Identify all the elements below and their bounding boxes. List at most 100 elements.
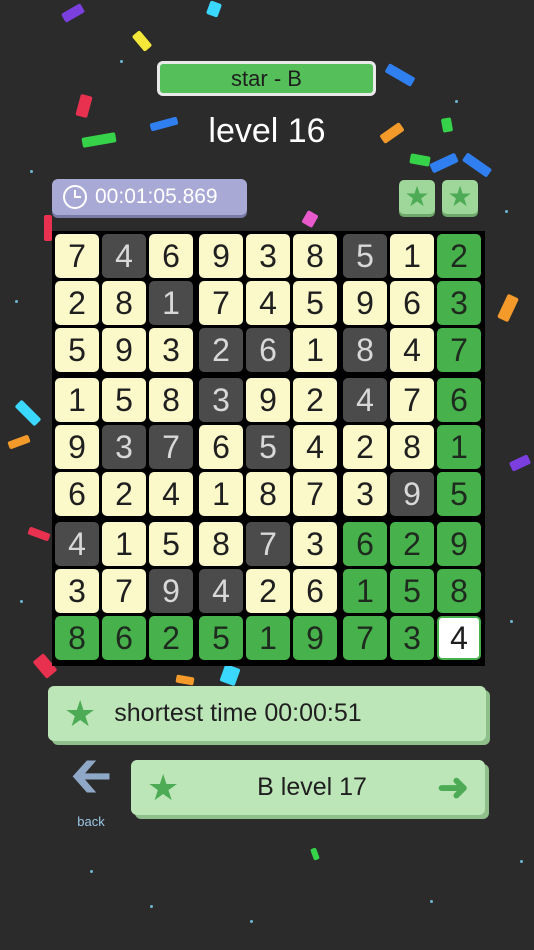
board-cell[interactable]: 5 <box>343 234 387 278</box>
board-cell[interactable]: 3 <box>390 616 434 660</box>
board-cell[interactable]: 6 <box>343 522 387 566</box>
board-cell[interactable]: 7 <box>437 328 481 372</box>
board-cell[interactable]: 7 <box>293 472 337 516</box>
board-cell[interactable]: 8 <box>246 472 290 516</box>
board-cell[interactable]: 4 <box>246 281 290 325</box>
board-cell[interactable]: 2 <box>293 378 337 422</box>
board-cell[interactable]: 5 <box>102 378 146 422</box>
board-cell[interactable]: 4 <box>390 328 434 372</box>
board-cell[interactable]: 3 <box>343 472 387 516</box>
board-cell[interactable]: 9 <box>102 328 146 372</box>
board-cell[interactable]: 8 <box>343 328 387 372</box>
next-level-label: B level 17 <box>257 773 367 801</box>
board-cell[interactable]: 8 <box>199 522 243 566</box>
shortest-time-panel: ★ shortest time 00:00:51 <box>48 686 486 741</box>
board-cell[interactable]: 6 <box>246 328 290 372</box>
board-cell[interactable]: 4 <box>293 425 337 469</box>
board-cell[interactable]: 4 <box>149 472 193 516</box>
board-cell[interactable]: 2 <box>55 281 99 325</box>
board-cell[interactable]: 2 <box>149 616 193 660</box>
rating-star-1-icon: ★ <box>399 180 435 214</box>
board-cell[interactable]: 8 <box>102 281 146 325</box>
star-icon: ★ <box>64 692 97 734</box>
board-cell[interactable]: 1 <box>343 569 387 613</box>
board-cell[interactable]: 4 <box>437 616 481 660</box>
board-cell[interactable]: 7 <box>55 234 99 278</box>
board-cell[interactable]: 1 <box>55 378 99 422</box>
shortest-time-label: shortest time 00:00:51 <box>114 699 362 727</box>
board-cell[interactable]: 2 <box>199 328 243 372</box>
rating-star-2-icon: ★ <box>442 180 478 214</box>
board-cell[interactable]: 3 <box>246 234 290 278</box>
board-cell[interactable]: 3 <box>199 378 243 422</box>
board-cell[interactable]: 9 <box>55 425 99 469</box>
board-cell[interactable]: 3 <box>55 569 99 613</box>
board-cell[interactable]: 6 <box>437 378 481 422</box>
board-cell[interactable]: 1 <box>293 328 337 372</box>
board-cell[interactable]: 5 <box>390 569 434 613</box>
board-cell[interactable]: 6 <box>390 281 434 325</box>
board-cell[interactable]: 6 <box>55 472 99 516</box>
board-cell[interactable]: 8 <box>293 234 337 278</box>
level-title: level 16 <box>208 112 326 150</box>
board-cell[interactable]: 2 <box>102 472 146 516</box>
mode-label-text: star - B <box>231 65 302 91</box>
board-cell[interactable]: 8 <box>390 425 434 469</box>
board-cell[interactable]: 1 <box>437 425 481 469</box>
board-cell[interactable]: 7 <box>199 281 243 325</box>
board-cell[interactable]: 7 <box>149 425 193 469</box>
board-cell[interactable]: 5 <box>246 425 290 469</box>
sudoku-board: 7469385122817459635932618471583924769376… <box>52 231 485 666</box>
arrow-right-icon: ➜ <box>437 766 469 809</box>
star-icon: ★ <box>147 766 180 808</box>
board-cell[interactable]: 9 <box>390 472 434 516</box>
board-cell[interactable]: 3 <box>437 281 481 325</box>
board-cell[interactable]: 3 <box>102 425 146 469</box>
board-cell[interactable]: 7 <box>343 616 387 660</box>
board-cell[interactable]: 1 <box>390 234 434 278</box>
board-cell[interactable]: 7 <box>246 522 290 566</box>
board-cell[interactable]: 1 <box>102 522 146 566</box>
board-cell[interactable]: 9 <box>149 569 193 613</box>
board-cell[interactable]: 1 <box>199 472 243 516</box>
board-cell[interactable]: 5 <box>293 281 337 325</box>
board-cell[interactable]: 6 <box>293 569 337 613</box>
board-cell[interactable]: 6 <box>199 425 243 469</box>
next-level-button[interactable]: ★ B level 17 ➜ <box>131 760 485 815</box>
board-cell[interactable]: 4 <box>55 522 99 566</box>
board-cell[interactable]: 7 <box>390 378 434 422</box>
board-cell[interactable]: 1 <box>246 616 290 660</box>
board-cell[interactable]: 4 <box>199 569 243 613</box>
back-button[interactable]: 🡰 back <box>66 747 116 829</box>
board-cell[interactable]: 5 <box>199 616 243 660</box>
board-cell[interactable]: 9 <box>199 234 243 278</box>
board-cell[interactable]: 1 <box>149 281 193 325</box>
board-cell[interactable]: 5 <box>149 522 193 566</box>
board-cell[interactable]: 4 <box>343 378 387 422</box>
board-cell[interactable]: 9 <box>437 522 481 566</box>
board-cell[interactable]: 6 <box>102 616 146 660</box>
timer-value: 00:01:05.869 <box>95 185 218 208</box>
board-cell[interactable]: 2 <box>246 569 290 613</box>
board-cell[interactable]: 3 <box>149 328 193 372</box>
board-cell[interactable]: 8 <box>55 616 99 660</box>
board-cell[interactable]: 4 <box>102 234 146 278</box>
arrow-left-icon: 🡰 <box>69 747 113 805</box>
board-cell[interactable]: 2 <box>343 425 387 469</box>
board-cell[interactable]: 6 <box>149 234 193 278</box>
board-cell[interactable]: 8 <box>437 569 481 613</box>
board-cell[interactable]: 9 <box>293 616 337 660</box>
board-cell[interactable]: 5 <box>55 328 99 372</box>
board-cell[interactable]: 2 <box>390 522 434 566</box>
elapsed-timer: 00:01:05.869 <box>52 179 247 215</box>
back-label: back <box>77 814 105 829</box>
board-cell[interactable]: 8 <box>149 378 193 422</box>
mode-label: star - B <box>157 61 376 96</box>
board-cell[interactable]: 3 <box>293 522 337 566</box>
board-cell[interactable]: 5 <box>437 472 481 516</box>
board-cell[interactable]: 9 <box>343 281 387 325</box>
clock-icon <box>63 185 87 209</box>
board-cell[interactable]: 2 <box>437 234 481 278</box>
board-cell[interactable]: 9 <box>246 378 290 422</box>
board-cell[interactable]: 7 <box>102 569 146 613</box>
